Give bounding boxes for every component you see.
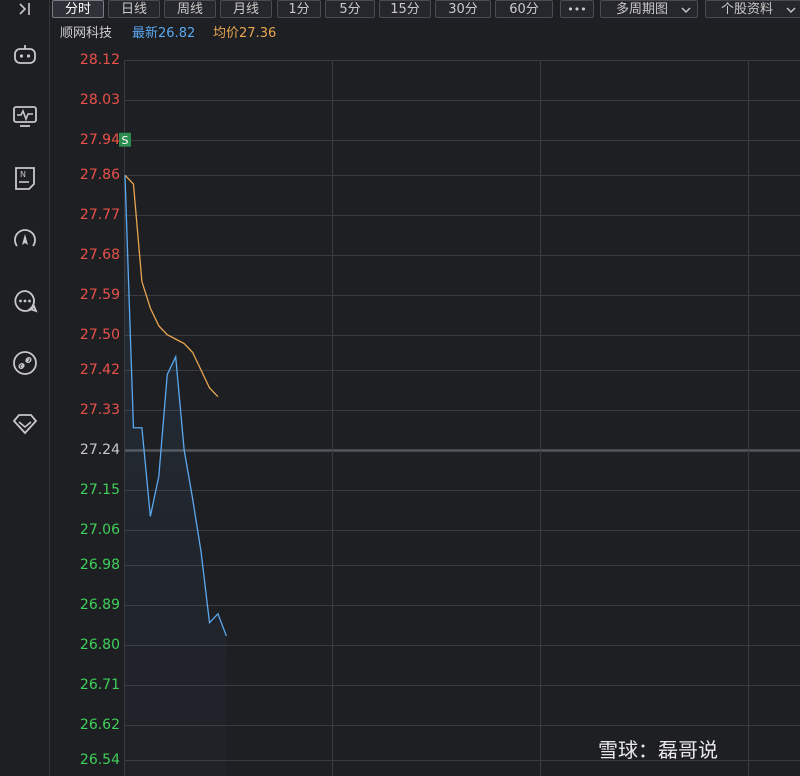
y-tick-label: 26.98: [79, 557, 120, 574]
intraday-chart[interactable]: S: [0, 0, 800, 776]
y-tick-label: 27.94: [79, 131, 120, 148]
y-tick-label: 26.80: [79, 636, 120, 653]
y-tick-label: 27.42: [79, 362, 120, 379]
marker-label: S: [122, 134, 129, 147]
y-tick-label: 27.77: [79, 207, 120, 224]
y-tick-label: 27.86: [79, 167, 120, 184]
y-tick-label: 27.24: [79, 441, 120, 458]
y-tick-label: 27.15: [79, 481, 120, 498]
y-tick-label: 26.89: [79, 596, 120, 613]
y-tick-label: 27.59: [79, 286, 120, 303]
y-tick-label: 26.54: [79, 752, 120, 768]
y-tick-label: 26.71: [79, 676, 120, 693]
watermark: 雪球：磊哥说: [598, 738, 718, 762]
y-tick-label: 27.06: [79, 521, 120, 538]
y-tick-label: 27.33: [79, 402, 120, 418]
y-tick-label: 28.03: [79, 91, 120, 108]
y-tick-label: 27.68: [79, 246, 120, 263]
y-tick-label: 27.50: [79, 326, 120, 343]
avg-price-line: [124, 174, 219, 398]
y-tick-label: 28.12: [79, 52, 120, 68]
y-tick-label: 26.62: [79, 716, 120, 733]
